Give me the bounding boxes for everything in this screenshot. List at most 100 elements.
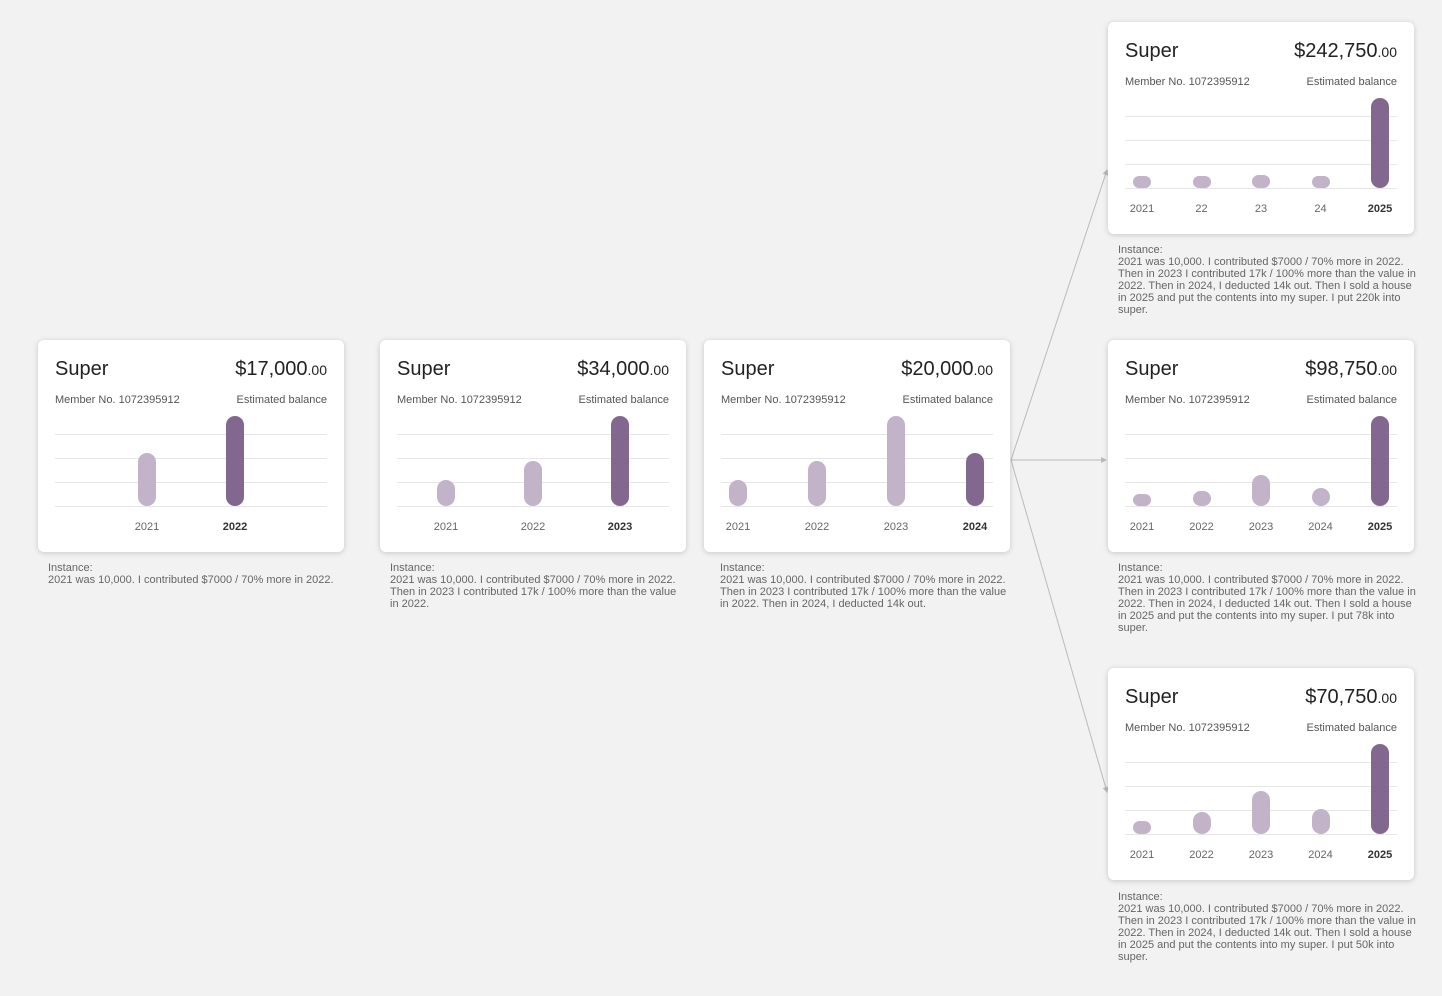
bar-2023 xyxy=(1252,475,1270,506)
x-tick-label: 2021 xyxy=(433,521,459,533)
bar-2023 xyxy=(1252,790,1270,834)
x-tick-label: 2021 xyxy=(1129,849,1155,861)
x-tick-label: 2022 xyxy=(1189,521,1214,533)
x-tick-label: 2024 xyxy=(1308,521,1333,533)
balance-amount: $20,000.00 xyxy=(901,358,993,380)
instance-note-6: Instance: 2021 was 10,000. I contributed… xyxy=(1118,891,1416,963)
bar-2022 xyxy=(808,461,826,506)
balance-amount: $17,000.00 xyxy=(235,358,327,380)
instance-note-1: Instance: 2021 was 10,000. I contributed… xyxy=(48,562,338,586)
x-tick-label: 2023 xyxy=(607,521,633,533)
gridline xyxy=(1125,116,1397,117)
x-tick-label: 2022 xyxy=(520,521,546,533)
x-tick-label: 23 xyxy=(1254,203,1268,215)
gridline xyxy=(1125,434,1397,435)
member-number: Member No. 1072395912 xyxy=(1125,76,1250,88)
super-card-5[interactable]: Super $98,750.00 Member No. 1072395912 E… xyxy=(1108,340,1414,552)
balance-chart xyxy=(397,416,669,507)
note-label: Instance: xyxy=(720,562,765,574)
bar-2021 xyxy=(729,479,747,506)
member-number: Member No. 1072395912 xyxy=(1125,394,1250,406)
super-card-1[interactable]: Super $17,000.00 Member No. 1072395912 E… xyxy=(38,340,344,552)
instance-note-3: Instance: 2021 was 10,000. I contributed… xyxy=(720,562,1014,610)
bar-2021 xyxy=(138,453,156,506)
note-text: 2021 was 10,000. I contributed $7000 / 7… xyxy=(390,574,677,610)
super-card-2[interactable]: Super $34,000.00 Member No. 1072395912 E… xyxy=(380,340,686,552)
instance-note-4: Instance: 2021 was 10,000. I contributed… xyxy=(1118,244,1416,316)
bar-2021 xyxy=(437,479,455,506)
balance-chart xyxy=(1125,416,1397,507)
gridline xyxy=(55,482,327,483)
connector-to-card-6 xyxy=(1010,459,1109,793)
estimated-balance-label: Estimated balance xyxy=(578,394,670,406)
note-text: 2021 was 10,000. I contributed $7000 / 7… xyxy=(48,574,334,586)
gridline xyxy=(55,458,327,459)
balance-amount: $98,750.00 xyxy=(1305,358,1397,380)
card-title: Super xyxy=(55,358,109,380)
bar-2021 xyxy=(1133,176,1151,188)
x-tick-label: 22 xyxy=(1195,203,1208,215)
super-card-6[interactable]: Super $70,750.00 Member No. 1072395912 E… xyxy=(1108,668,1414,880)
x-tick-label: 2022 xyxy=(222,521,248,533)
super-card-3[interactable]: Super $20,000.00 Member No. 1072395912 E… xyxy=(704,340,1010,552)
estimated-balance-label: Estimated balance xyxy=(1306,394,1398,406)
gridline xyxy=(397,506,669,507)
gridline xyxy=(1125,188,1397,189)
bar-2022 xyxy=(1192,490,1211,506)
x-tick-label: 2021 xyxy=(134,521,160,533)
card-title: Super xyxy=(1125,686,1179,708)
x-tick-label: 2021 xyxy=(1129,203,1155,215)
x-tick-label: 2024 xyxy=(1308,849,1333,861)
balance-amount: $242,750.00 xyxy=(1294,40,1397,62)
note-label: Instance: xyxy=(48,562,93,574)
gridline xyxy=(55,506,327,507)
x-tick-label: 2022 xyxy=(1189,849,1214,861)
gridline xyxy=(1125,506,1397,507)
gridline xyxy=(55,434,327,435)
note-label: Instance: xyxy=(1118,562,1163,574)
gridline xyxy=(1125,762,1397,763)
bar-2021 xyxy=(1133,494,1151,506)
x-tick-label: 2023 xyxy=(883,521,909,533)
card-title: Super xyxy=(397,358,451,380)
note-text: 2021 was 10,000. I contributed $7000 / 7… xyxy=(1118,903,1416,963)
bar-2022 xyxy=(524,461,542,506)
x-tick-label: 2023 xyxy=(1248,849,1274,861)
bar-2023 xyxy=(611,416,629,506)
bar-2022 xyxy=(226,416,244,506)
gridline xyxy=(721,458,993,459)
note-label: Instance: xyxy=(390,562,435,574)
gridline xyxy=(721,506,993,507)
balance-chart xyxy=(55,416,327,507)
instance-note-2: Instance: 2021 was 10,000. I contributed… xyxy=(390,562,684,610)
super-card-4[interactable]: Super $242,750.00 Member No. 1072395912 … xyxy=(1108,22,1414,234)
balance-amount: $70,750.00 xyxy=(1305,686,1397,708)
gridline xyxy=(1125,164,1397,165)
gridline xyxy=(1125,140,1397,141)
balance-amount: $34,000.00 xyxy=(577,358,669,380)
bar-24 xyxy=(1311,176,1330,188)
x-tick-label: 2024 xyxy=(962,521,988,533)
x-tick-label: 2021 xyxy=(1129,521,1155,533)
gridline xyxy=(1125,786,1397,787)
estimated-balance-label: Estimated balance xyxy=(902,394,994,406)
estimated-balance-label: Estimated balance xyxy=(1306,76,1398,88)
x-tick-label: 2025 xyxy=(1367,849,1393,861)
connector-to-card-4 xyxy=(1010,169,1109,461)
member-number: Member No. 1072395912 xyxy=(721,394,846,406)
bar-2025 xyxy=(1371,744,1389,834)
member-number: Member No. 1072395912 xyxy=(55,394,180,406)
bar-22 xyxy=(1192,176,1211,188)
gridline xyxy=(1125,458,1397,459)
bar-2024 xyxy=(1311,487,1330,506)
note-text: 2021 was 10,000. I contributed $7000 / 7… xyxy=(1118,256,1416,316)
x-tick-label: 2021 xyxy=(725,521,751,533)
member-number: Member No. 1072395912 xyxy=(397,394,522,406)
bar-2024 xyxy=(966,453,984,506)
x-tick-label: 2025 xyxy=(1367,203,1393,215)
x-tick-label: 2023 xyxy=(1248,521,1274,533)
bar-2023 xyxy=(887,416,905,506)
estimated-balance-label: Estimated balance xyxy=(1306,722,1398,734)
balance-chart xyxy=(721,416,993,507)
instance-note-5: Instance: 2021 was 10,000. I contributed… xyxy=(1118,562,1416,634)
